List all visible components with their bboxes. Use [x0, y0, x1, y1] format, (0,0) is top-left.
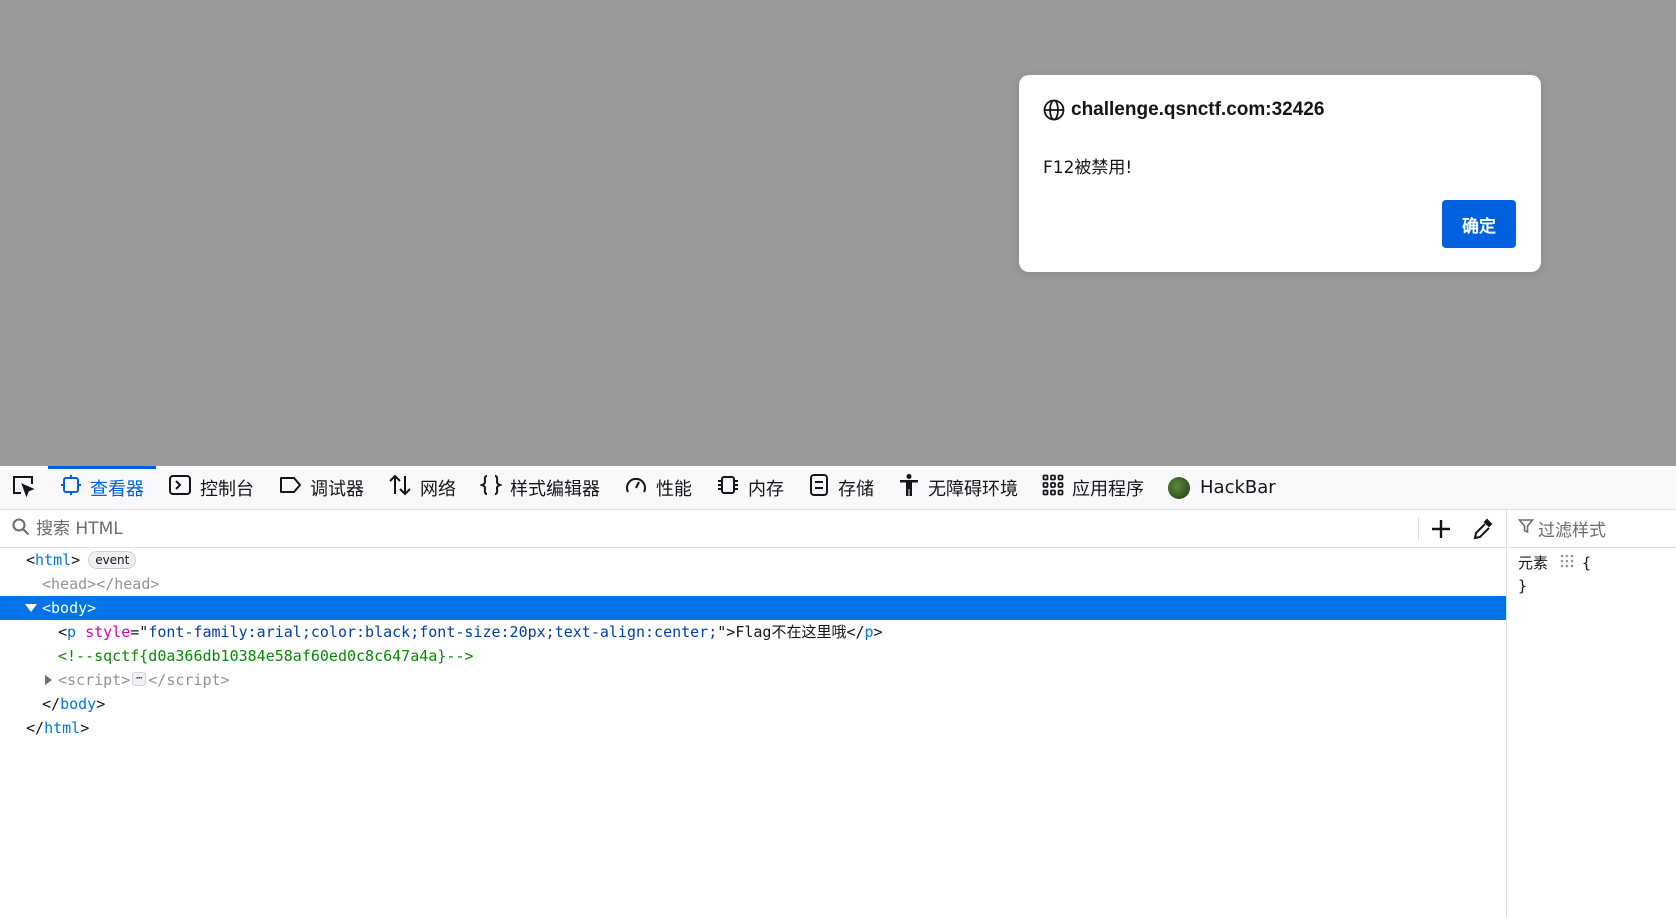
- open-brace: {: [1582, 554, 1592, 572]
- tab-label: 应用程序: [1072, 478, 1144, 500]
- filter-icon: [1517, 518, 1538, 539]
- tag-open: <html>: [26, 551, 81, 569]
- tag-open: <body>: [42, 599, 97, 617]
- network-icon: [388, 474, 420, 501]
- element-picker-icon: [11, 474, 37, 502]
- tab-label: 无障碍环境: [928, 478, 1018, 500]
- tab-label: 存储: [838, 478, 874, 500]
- tab-console[interactable]: 控制台: [156, 466, 266, 509]
- tag-name: head: [114, 575, 151, 593]
- tab-style-editor[interactable]: 样式编辑器: [468, 466, 612, 509]
- tab-performance[interactable]: 性能: [612, 466, 704, 509]
- html-search-input[interactable]: [34, 517, 1334, 540]
- tag-name: body: [60, 695, 97, 713]
- text-node: Flag不在这里哦: [735, 623, 847, 641]
- tab-label: 控制台: [200, 478, 254, 500]
- performance-icon: [624, 474, 656, 501]
- tag-script: <script> ⋯ </script>: [58, 671, 230, 689]
- alert-message: F12被禁用!: [1043, 158, 1133, 178]
- tag-name: head: [51, 575, 88, 593]
- tree-node-head[interactable]: <head></head>: [0, 572, 1506, 596]
- toolbar-separator: [1418, 517, 1419, 541]
- devtools-toolbar: 查看器 控制台 调试器 网络 样式编辑器 性能 内存 存储 无障碍环境 应用程序…: [0, 466, 1676, 510]
- alert-header: challenge.qsnctf.com:32426: [1043, 99, 1324, 121]
- console-icon: [168, 474, 200, 501]
- tag-name: body: [51, 599, 88, 617]
- attr-name: style: [85, 623, 131, 641]
- tag-head: <head></head>: [42, 575, 160, 593]
- ellipsis-badge[interactable]: ⋯: [132, 671, 147, 686]
- attr-value: font-family:arial;color:black;font-size:…: [148, 623, 718, 641]
- devtools-panel: 查看器 控制台 调试器 网络 样式编辑器 性能 内存 存储 无障碍环境 应用程序…: [0, 466, 1676, 917]
- accessibility-icon: [898, 473, 928, 502]
- search-icon: [12, 518, 30, 540]
- inspector-icon: [60, 474, 90, 501]
- markup-panel: <html> event <head></head> <body> <p styl…: [0, 510, 1507, 917]
- ok-button[interactable]: 确定: [1442, 200, 1516, 248]
- tab-application[interactable]: 应用程序: [1030, 466, 1156, 509]
- element-picker-button[interactable]: [0, 466, 48, 509]
- tab-hackbar[interactable]: HackBar: [1156, 466, 1288, 509]
- alert-origin: challenge.qsnctf.com:32426: [1071, 99, 1325, 120]
- add-node-icon[interactable]: [1430, 518, 1452, 544]
- tab-storage[interactable]: 存储: [796, 466, 886, 509]
- close-brace: }: [1518, 577, 1528, 595]
- tab-inspector[interactable]: 查看器: [48, 466, 156, 509]
- event-badge[interactable]: event: [88, 550, 137, 569]
- tree-node-comment[interactable]: <!--sqctf{d0a366db10384e58af60ed0c8c647a…: [0, 644, 1506, 668]
- hackbar-icon: [1168, 476, 1190, 499]
- storage-icon: [808, 473, 838, 502]
- tab-label: 性能: [656, 478, 692, 500]
- globe-icon: [1043, 99, 1065, 121]
- tag-close: </body>: [42, 695, 106, 713]
- tag-name: script: [67, 671, 122, 689]
- filter-styles-field[interactable]: 过滤样式: [1508, 510, 1676, 548]
- grid-dots-icon[interactable]: [1560, 552, 1574, 575]
- tag-name: p: [67, 623, 77, 641]
- tab-label: 内存: [748, 478, 784, 500]
- tab-label: 查看器: [90, 478, 144, 500]
- tab-memory[interactable]: 内存: [704, 466, 796, 509]
- element-rule: 元素 { }: [1508, 548, 1676, 598]
- page-viewport: challenge.qsnctf.com:32426 F12被禁用! 确定: [0, 0, 1676, 466]
- tab-network[interactable]: 网络: [376, 466, 468, 509]
- tag-name: p: [864, 623, 874, 641]
- element-selector: 元素: [1518, 554, 1549, 572]
- tree-node-body[interactable]: <body>: [0, 596, 1506, 620]
- memory-icon: [716, 474, 748, 501]
- tab-label: 样式编辑器: [510, 478, 600, 500]
- tree-node-body-close[interactable]: </body>: [0, 692, 1506, 716]
- alert-dialog: challenge.qsnctf.com:32426 F12被禁用! 确定: [1019, 75, 1541, 272]
- rules-panel: 过滤样式 元素 { }: [1508, 510, 1676, 917]
- tab-label: 网络: [420, 478, 456, 500]
- tag-name: html: [44, 719, 81, 737]
- tag-close: </html>: [26, 719, 90, 737]
- tree-node-script[interactable]: <script> ⋯ </script>: [0, 668, 1506, 692]
- tree-node-html-close[interactable]: </html>: [0, 716, 1506, 740]
- tab-accessibility[interactable]: 无障碍环境: [886, 466, 1030, 509]
- eyedropper-icon[interactable]: [1472, 517, 1494, 545]
- markup-tree: <html> event <head></head> <body> <p styl…: [0, 548, 1506, 740]
- tab-label: HackBar: [1200, 477, 1276, 498]
- filter-styles-placeholder: 过滤样式: [1538, 521, 1606, 541]
- html-search-bar: [0, 510, 1506, 548]
- tag-name: html: [35, 551, 72, 569]
- tag-p: <p style="font-family:arial;color:black;…: [58, 623, 883, 641]
- style-editor-icon: [478, 474, 510, 501]
- tab-label: 调试器: [310, 478, 364, 500]
- tag-name: script: [166, 671, 221, 689]
- tree-node-html[interactable]: <html> event: [0, 548, 1506, 572]
- debugger-icon: [278, 475, 310, 500]
- tree-node-p[interactable]: <p style="font-family:arial;color:black;…: [0, 620, 1506, 644]
- tab-debugger[interactable]: 调试器: [266, 466, 376, 509]
- application-icon: [1042, 474, 1072, 501]
- comment-node: <!--sqctf{d0a366db10384e58af60ed0c8c647a…: [58, 647, 474, 665]
